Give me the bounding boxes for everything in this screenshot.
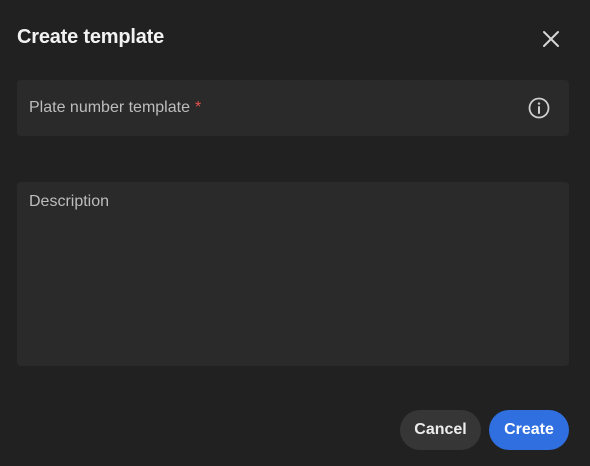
description-label: Description — [29, 193, 110, 210]
plate-number-template-label: Plate number template * — [29, 99, 201, 117]
description-field[interactable]: Description — [17, 182, 569, 366]
close-button[interactable] — [536, 24, 566, 54]
close-icon — [543, 31, 559, 47]
cancel-button[interactable]: Cancel — [400, 410, 481, 450]
plate-label-text: Plate number template — [29, 99, 190, 116]
plate-number-template-field[interactable]: Plate number template * — [17, 80, 569, 136]
create-button[interactable]: Create — [489, 410, 569, 450]
info-icon[interactable] — [527, 96, 551, 120]
create-template-dialog: Create template Plate number template * D… — [0, 0, 590, 466]
dialog-title: Create template — [17, 26, 165, 48]
required-marker: * — [194, 99, 202, 116]
